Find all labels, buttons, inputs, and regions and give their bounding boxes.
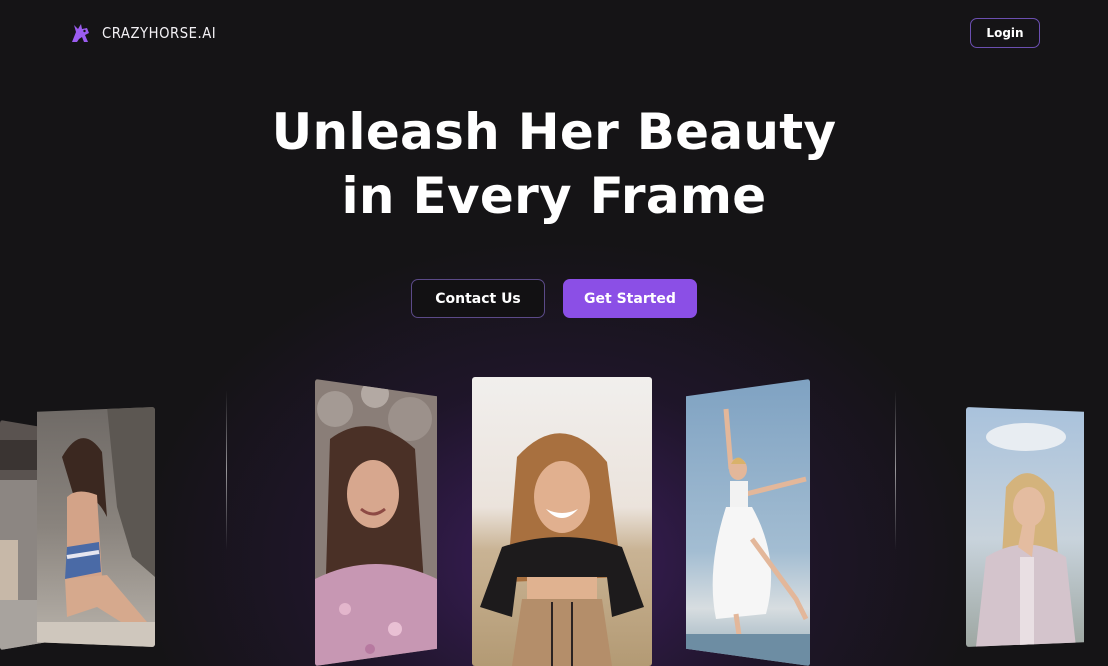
- photo-card-smiling-field[interactable]: [472, 377, 652, 666]
- brand-name: CRAZYHORSE.AI: [102, 24, 217, 42]
- contact-us-button[interactable]: Contact Us: [411, 279, 545, 318]
- horse-logo-icon: [72, 24, 89, 42]
- carousel-divider: [895, 390, 896, 550]
- login-button[interactable]: Login: [970, 18, 1040, 48]
- photo-carousel: [0, 370, 1108, 666]
- hero-title-line-2: in Every Frame: [341, 167, 767, 225]
- photo-card-ballet-leap[interactable]: [686, 379, 810, 666]
- hero-title-line-1: Unleash Her Beauty: [271, 103, 837, 161]
- site-header: CRAZYHORSE.AI Login: [0, 0, 1108, 66]
- get-started-button[interactable]: Get Started: [563, 279, 697, 318]
- photo-card-blonde-coat[interactable]: [966, 407, 1084, 647]
- hero-title: Unleash Her Beauty in Every Frame: [0, 100, 1108, 228]
- landing-page: CRAZYHORSE.AI Login Unleash Her Beauty i…: [0, 0, 1108, 666]
- photo-card-flowers-brunette[interactable]: [315, 379, 437, 666]
- brand-logo[interactable]: CRAZYHORSE.AI: [68, 20, 232, 46]
- carousel-divider: [226, 390, 227, 550]
- photo-card-beach-swimsuit[interactable]: [37, 407, 155, 647]
